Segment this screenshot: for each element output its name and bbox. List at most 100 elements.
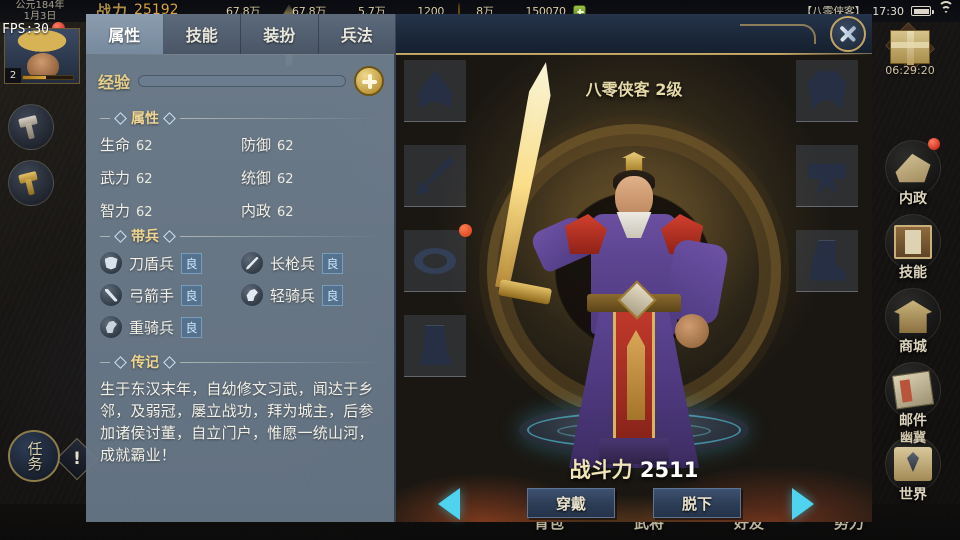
add-experience-button[interactable]: [354, 66, 384, 96]
tab-tactics[interactable]: 兵法: [318, 14, 396, 54]
attribute-value: 62: [136, 172, 153, 187]
troop-name: 弓箭手: [129, 286, 175, 305]
troops-grid: 刀盾兵 良 长枪兵 良 弓箭手 良 轻骑兵 良 重骑兵 良: [100, 252, 382, 338]
troop-name: 刀盾兵: [129, 254, 175, 273]
accessory-icon: [419, 325, 453, 365]
header-scroll-decor: [740, 24, 816, 44]
unequip-button[interactable]: 脱下: [653, 488, 741, 518]
troop-heavy-cavalry[interactable]: 重骑兵 良: [100, 316, 241, 338]
hero-hand-right: [675, 314, 709, 348]
in-game-date: 公元184年 1月3日: [0, 0, 78, 22]
tab-skills[interactable]: 技能: [163, 14, 241, 54]
troop-rank-badge: 良: [181, 316, 203, 338]
equip-slot-boots[interactable]: [796, 230, 858, 292]
shield-troop-icon: [100, 252, 122, 274]
troops-section-title: 带兵: [131, 229, 159, 245]
modal-tabs: 属性 技能 装扮 兵法: [86, 14, 396, 54]
hero-crown: [622, 152, 646, 172]
diamond-icon: [163, 229, 176, 243]
attributes-section-header: 属性: [100, 108, 382, 128]
attribute-intelligence: 智力 62: [100, 200, 241, 221]
attribute-name: 生命: [100, 136, 131, 154]
troop-name: 长枪兵: [270, 254, 316, 273]
sidebar-label-government: 内政: [899, 191, 927, 207]
experience-row: 经验: [98, 64, 384, 98]
character-model[interactable]: [529, 138, 739, 468]
quest-label: 任务: [25, 441, 44, 471]
attribute-command: 统御 62: [241, 167, 382, 188]
tab-attributes[interactable]: 属性: [86, 14, 164, 54]
hero-belt: [587, 294, 681, 312]
armor-icon: [807, 71, 847, 110]
experience-bar: [138, 75, 346, 87]
equip-slot-belt[interactable]: [796, 145, 858, 207]
combat-power-row: 战斗力 2511: [396, 454, 872, 484]
ring-slot-badge-dot: [459, 224, 472, 237]
troop-rank-badge: 良: [322, 252, 344, 274]
spear-troop-icon: [241, 252, 263, 274]
biography-section-title: 传记: [131, 355, 159, 371]
equipment-slots-left: [404, 60, 472, 400]
diamond-icon: [114, 229, 127, 243]
tab-appearance[interactable]: 装扮: [241, 14, 319, 54]
government-badge-dot: [928, 138, 940, 150]
attribute-value: 62: [136, 139, 153, 154]
general-modal: 八零侠客 2级 战斗力 2511 穿戴 脱下 属性 技能 装扮 兵法 经验 属性…: [86, 4, 872, 522]
attribute-defense: 防御 62: [241, 134, 382, 155]
right-side-menu: 内政 技能 商城 邮件 幽冀 世界: [874, 138, 952, 510]
upgrade-hammer-button[interactable]: [8, 160, 54, 206]
sidebar-item-mail[interactable]: 邮件: [874, 362, 952, 436]
equip-slot-accessory[interactable]: [404, 315, 466, 377]
attribute-name: 统御: [241, 169, 272, 187]
ring-icon: [414, 247, 456, 274]
attribute-name: 内政: [241, 202, 272, 220]
date-day: 1月3日: [23, 11, 57, 22]
attribute-value: 62: [277, 139, 294, 154]
equip-slot-ring[interactable]: [404, 224, 472, 292]
equip-slot-armor[interactable]: [796, 60, 858, 122]
system-clock: 17:30: [872, 4, 904, 18]
attribute-strength: 武力 62: [100, 167, 241, 188]
equip-action-row: 穿戴 脱下: [396, 488, 872, 518]
equip-slot-helmet[interactable]: [404, 60, 466, 122]
game-screen: 公元184年 1月3日 67.8万 67.8万 5.7万 1200 8万 150…: [0, 0, 960, 540]
troop-spear[interactable]: 长枪兵 良: [241, 252, 382, 274]
troop-swordshield[interactable]: 刀盾兵 良: [100, 252, 241, 274]
troops-section: 带兵 刀盾兵 良 长枪兵 良 弓箭手 良 轻骑兵 良 重骑兵 良: [100, 226, 382, 338]
sidebar-item-skills[interactable]: 技能: [874, 214, 952, 288]
helmet-icon: [417, 70, 453, 109]
attribute-politics: 内政 62: [241, 200, 382, 221]
troop-name: 轻骑兵: [270, 286, 316, 305]
troop-light-cavalry[interactable]: 轻骑兵 良: [241, 284, 382, 306]
equip-slot-weapon[interactable]: [404, 145, 466, 207]
sidebar-label-skills: 技能: [899, 265, 927, 281]
hammer-icon: [18, 114, 44, 140]
avatar-exp-bar: [22, 75, 74, 80]
date-year: 公元184年: [15, 0, 65, 11]
daily-gift-button[interactable]: 06:29:20: [882, 22, 938, 77]
heavy-cavalry-icon: [100, 316, 122, 338]
troop-name: 重骑兵: [129, 318, 175, 337]
sidebar-item-government[interactable]: 内政: [874, 138, 952, 214]
combat-power-label: 战斗力: [569, 458, 633, 482]
sidebar-item-world[interactable]: 幽冀 世界: [874, 431, 952, 510]
attribute-hp: 生命 62: [100, 134, 241, 155]
equip-button[interactable]: 穿戴: [527, 488, 615, 518]
fps-counter: FPS:30: [2, 22, 49, 37]
attributes-panel: 属性 技能 装扮 兵法 经验 属性 生命 62 防御 62 武力 62 统御 6…: [86, 14, 396, 522]
troop-rank-badge: 良: [181, 284, 203, 306]
attribute-value: 62: [136, 205, 153, 220]
experience-label: 经验: [98, 73, 131, 92]
gift-icon: [890, 30, 930, 65]
close-icon[interactable]: [830, 16, 866, 52]
hero-sash: [613, 308, 655, 458]
sidebar-item-shop[interactable]: 商城: [874, 288, 952, 362]
attributes-section: 属性 生命 62 防御 62 武力 62 统御 62 智力 62 内政 62: [100, 108, 382, 221]
battery-icon: [911, 6, 934, 16]
quest-button[interactable]: 任务: [8, 430, 60, 482]
build-hammer-button[interactable]: [8, 104, 54, 150]
troop-archer[interactable]: 弓箭手 良: [100, 284, 241, 306]
hammer-gold-icon: [18, 170, 44, 196]
diamond-icon: [114, 111, 127, 125]
wifi-icon: [938, 1, 954, 17]
